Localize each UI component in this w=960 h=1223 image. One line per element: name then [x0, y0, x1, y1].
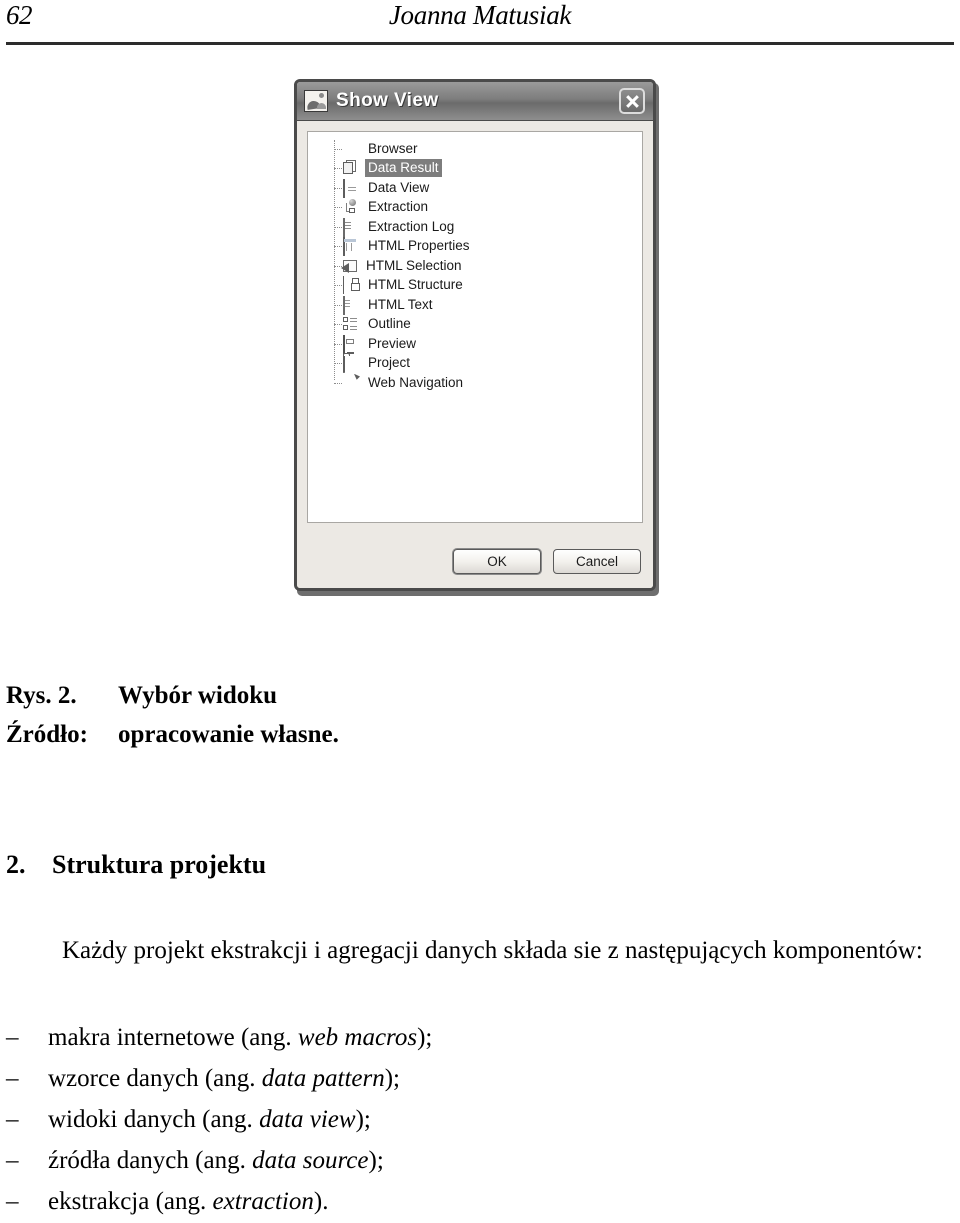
list-bullet: –: [6, 1106, 19, 1133]
caption-figure-title: Wybór widoku: [118, 682, 278, 709]
tree-item-html-selection[interactable]: HTML Selection: [308, 256, 642, 276]
list-item: – wzorce danych (ang. data pattern);: [6, 1058, 706, 1099]
tree-item-extraction-log[interactable]: Extraction Log: [308, 217, 642, 237]
caption-figure-line: Rys. 2. Wybór widoku: [6, 676, 606, 715]
tree-item-label: Web Navigation: [368, 374, 464, 390]
tree-item-browser[interactable]: Browser: [308, 139, 642, 159]
figure-caption: Rys. 2. Wybór widoku Źródło: opracowanie w…: [6, 676, 606, 754]
pointer-select-icon: [341, 259, 357, 273]
header-rule: [6, 42, 954, 45]
image-view-icon: [304, 90, 328, 112]
show-view-dialog: Show View Browser Data Result Data View …: [294, 79, 656, 591]
list-item-text: makra internetowe (ang.: [48, 1024, 298, 1051]
list-item-suffix: );: [417, 1024, 433, 1051]
list-bullet: –: [6, 1188, 19, 1215]
grid-icon: [343, 178, 359, 198]
tree-item-label: HTML Selection: [366, 257, 462, 273]
node-tree-icon: [343, 199, 359, 215]
list-item: – makra internetowe (ang. web macros);: [6, 1017, 706, 1058]
component-list: – makra internetowe (ang. web macros); – w…: [6, 1017, 706, 1222]
close-icon[interactable]: [619, 88, 645, 114]
section-heading: 2. Struktura projektu: [6, 850, 266, 880]
dialog-title: Show View: [336, 90, 439, 111]
list-item-term: data source: [252, 1147, 369, 1174]
tree-item-label: Extraction Log: [368, 218, 455, 234]
list-bullet: –: [6, 1147, 19, 1174]
section-number: 2.: [6, 850, 26, 879]
tree-item-web-navigation[interactable]: Web Navigation: [308, 373, 642, 393]
tree-item-label: HTML Structure: [368, 277, 463, 293]
tree-item-label: HTML Properties: [368, 238, 470, 254]
tree-item-label: Project: [368, 355, 411, 371]
tree-item-label: Browser: [368, 140, 418, 156]
tree-item-label: Outline: [368, 316, 411, 332]
list-item-term: web macros: [297, 1024, 418, 1051]
caption-source-text: opracowanie własne.: [118, 721, 339, 748]
tree-item-html-text[interactable]: HTML Text: [308, 295, 642, 315]
list-item-suffix: );: [368, 1147, 384, 1174]
list-item-text: ekstrakcja (ang.: [48, 1188, 213, 1215]
table-icon: [343, 237, 359, 257]
tree-item-label: Data View: [368, 179, 430, 195]
tree-item-data-view[interactable]: Data View: [308, 178, 642, 198]
tree-structure-icon: [343, 276, 359, 295]
list-item-text: widoki danych (ang.: [48, 1106, 260, 1133]
tree-item-label: Extraction: [368, 199, 429, 215]
list-item-term: extraction: [212, 1188, 314, 1215]
dialog-body: Browser Data Result Data View Extraction…: [297, 121, 653, 588]
running-head: Joanna Matusiak: [388, 0, 572, 30]
view-tree-panel[interactable]: Browser Data Result Data View Extraction…: [307, 131, 643, 523]
tree-item-html-properties[interactable]: HTML Properties: [308, 237, 642, 257]
list-item-suffix: );: [384, 1065, 400, 1092]
tree-item-label: Data Result: [365, 159, 442, 178]
globe-icon: [343, 375, 359, 391]
caption-source-label: Źródło:: [6, 721, 88, 748]
list-item-suffix: ).: [313, 1188, 329, 1215]
document-icon: [343, 217, 359, 237]
ok-button[interactable]: OK: [453, 549, 541, 574]
tree-item-outline[interactable]: Outline: [308, 315, 642, 335]
folder-icon: [343, 354, 359, 374]
page-header: 62 Joanna Matusiak: [0, 0, 960, 46]
tree-item-label: Preview: [368, 335, 417, 351]
tree-item-project[interactable]: Project: [308, 354, 642, 374]
list-item-text: źródła danych (ang.: [48, 1147, 253, 1174]
section-paragraph: Każdy projekt ekstrakcji i agregacji dan…: [62, 937, 923, 964]
dialog-button-row: OK Cancel: [453, 549, 641, 574]
list-item-term: data pattern: [261, 1065, 385, 1092]
tree-item-extraction[interactable]: Extraction: [308, 198, 642, 218]
caption-source-line: Źródło: opracowanie własne.: [6, 715, 606, 754]
list-item-suffix: );: [355, 1106, 371, 1133]
outline-icon: [343, 316, 359, 332]
list-item: – źródła danych (ang. data source);: [6, 1140, 706, 1181]
section-title: Struktura projektu: [52, 850, 267, 879]
list-bullet: –: [6, 1065, 19, 1092]
figure-show-view: Show View Browser Data Result Data View …: [0, 70, 960, 610]
list-item-text: wzorce danych (ang.: [48, 1065, 262, 1092]
list-item: – widoki danych (ang. data view);: [6, 1099, 706, 1140]
tree-item-data-result[interactable]: Data Result: [308, 159, 642, 179]
dialog-titlebar: Show View: [297, 82, 653, 121]
view-tree-list: Browser Data Result Data View Extraction…: [308, 132, 642, 393]
text-document-icon: [343, 295, 359, 315]
list-item-term: data view: [259, 1106, 356, 1133]
list-bullet: –: [6, 1024, 19, 1051]
monitor-icon: [343, 334, 359, 354]
tree-item-html-structure[interactable]: HTML Structure: [308, 276, 642, 296]
document-stack-icon: [343, 160, 359, 176]
caption-figure-label: Rys. 2.: [6, 682, 77, 709]
tree-item-preview[interactable]: Preview: [308, 334, 642, 354]
tree-item-label: HTML Text: [368, 296, 433, 312]
list-item: – ekstrakcja (ang. extraction).: [6, 1181, 706, 1222]
cancel-button[interactable]: Cancel: [553, 549, 641, 574]
sphere-icon: [343, 141, 359, 157]
